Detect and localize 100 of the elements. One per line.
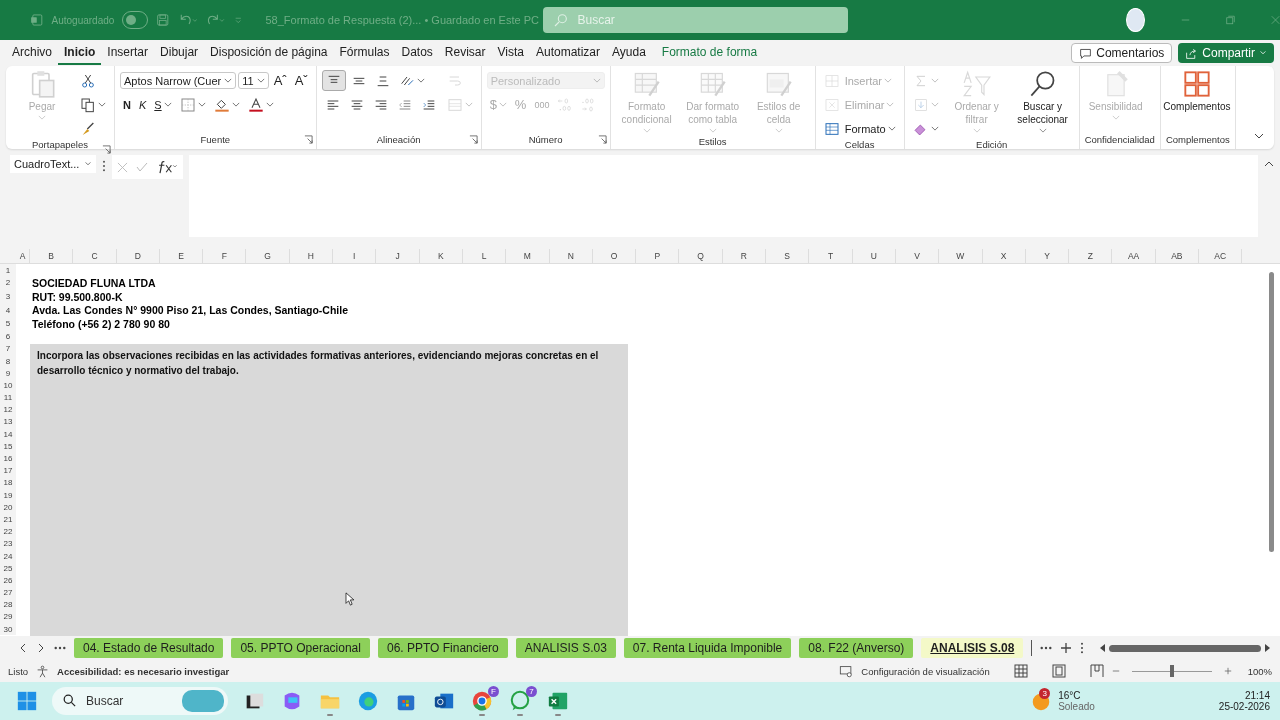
more-icon[interactable]	[1040, 646, 1053, 650]
ribbon-button[interactable]: Aˇ	[291, 70, 311, 91]
grid-view-icon[interactable]	[1013, 664, 1028, 678]
row-header[interactable]: 30	[0, 623, 16, 636]
column-header[interactable]: B	[30, 249, 74, 263]
row-header[interactable]: 25	[0, 562, 16, 575]
menu-tab[interactable]: Datos	[395, 41, 439, 65]
dialog-launcher-icon[interactable]	[597, 135, 607, 144]
row-header[interactable]: 21	[0, 513, 16, 526]
name-box[interactable]: CuadroText...	[10, 155, 96, 173]
row-header[interactable]: 16	[0, 452, 16, 465]
sheet-tab[interactable]: 08. F22 (Anverso)	[799, 638, 914, 658]
column-header[interactable]: G	[246, 249, 290, 263]
column-header[interactable]: AB	[1155, 249, 1199, 263]
column-header[interactable]: Q	[679, 249, 723, 263]
sheet-tab[interactable]: 06. PPTO Financiero	[377, 638, 508, 658]
column-header[interactable]: Y	[1025, 249, 1070, 263]
column-header[interactable]: N	[549, 249, 593, 263]
ribbon-button[interactable]: Formato	[820, 118, 899, 139]
column-header[interactable]: H	[289, 249, 334, 263]
ribbon-button[interactable]: N	[120, 94, 134, 115]
menu-tab[interactable]: Dibujar	[154, 41, 205, 65]
row-header[interactable]: 2	[0, 276, 16, 290]
sheet-tab[interactable]: ANALISIS S.08	[921, 638, 1024, 658]
column-header[interactable]: J	[376, 249, 420, 263]
column-header[interactable]: L	[462, 249, 507, 263]
column-header[interactable]: Z	[1069, 249, 1113, 263]
clock-time[interactable]: 21:14	[1244, 690, 1270, 701]
row-header[interactable]: 26	[0, 574, 16, 587]
row-header[interactable]: 9	[0, 367, 16, 380]
menu-tab[interactable]: Archivo	[6, 41, 58, 65]
dropdown-field[interactable]: Aptos Narrow (Cuer	[120, 72, 237, 89]
row-header[interactable]: 15	[0, 440, 16, 453]
column-header[interactable]: V	[895, 249, 940, 263]
column-header[interactable]: R	[722, 249, 767, 263]
menu-tab[interactable]: Insertar	[101, 41, 155, 65]
function-icon[interactable]	[156, 160, 178, 174]
zoom-level-text[interactable]: 100%	[1247, 665, 1272, 677]
comments-button[interactable]: Comentarios	[1071, 43, 1173, 63]
avatar[interactable]	[1126, 8, 1145, 32]
chevron-icon[interactable]	[1254, 131, 1264, 141]
column-header[interactable]: A	[16, 249, 30, 263]
ribbon-button[interactable]: Aˆ	[270, 70, 290, 91]
column-header[interactable]: P	[636, 249, 680, 263]
column-header[interactable]: I	[333, 249, 377, 263]
menu-tab[interactable]: Revisar	[438, 41, 492, 65]
plus-icon[interactable]	[1060, 642, 1073, 654]
ribbon-button[interactable]: K	[135, 94, 150, 115]
clock-date[interactable]: 25-02-2026	[1218, 701, 1270, 712]
sheet-tab[interactable]: 07. Renta Liquida Imponible	[623, 638, 792, 658]
sheet-tab[interactable]: 04. Estado de Resultado	[74, 638, 224, 658]
column-header[interactable]: C	[73, 249, 117, 263]
chevron-icon[interactable]	[1264, 159, 1274, 169]
menu-tab[interactable]: Formato de forma	[655, 41, 764, 65]
swirl-icon[interactable]	[357, 690, 379, 712]
column-header[interactable]: X	[982, 249, 1026, 263]
ribbon-button[interactable]	[321, 70, 346, 91]
sheet-tab[interactable]: 05. PPTO Operacional	[231, 638, 370, 658]
column-header[interactable]: D	[116, 249, 160, 263]
search-field[interactable]: Buscar	[543, 7, 849, 33]
dropdown-field[interactable]: 11	[238, 72, 269, 89]
display-settings-link[interactable]: Configuración de visualización	[861, 665, 990, 677]
chevron-right-icon[interactable]	[36, 643, 46, 653]
ribbon-button[interactable]: Complementos	[1165, 70, 1228, 113]
zoom-slider[interactable]	[1169, 664, 1174, 677]
column-header[interactable]: U	[852, 249, 896, 263]
horizontal-scrollbar[interactable]	[1100, 643, 1270, 653]
checkmark-icon[interactable]	[136, 161, 148, 173]
row-header[interactable]: 14	[0, 428, 16, 441]
page-layout-icon[interactable]	[1051, 664, 1066, 678]
windows-start-icon[interactable]	[16, 690, 38, 712]
menu-tab[interactable]: Ayuda	[606, 41, 652, 65]
dialog-launcher-icon[interactable]	[303, 135, 313, 144]
column-header[interactable]: S	[766, 249, 810, 263]
menu-tab[interactable]: Fórmulas	[333, 41, 396, 65]
accessibility-icon[interactable]	[36, 664, 50, 678]
chevron-left-icon[interactable]	[18, 643, 28, 653]
accessibility-status[interactable]: Accesibilidad: es necesario investigar	[57, 665, 230, 677]
menu-tab[interactable]: Vista	[491, 41, 530, 65]
column-header[interactable]: E	[159, 249, 204, 263]
column-header[interactable]: T	[809, 249, 853, 263]
spreadsheet-app-icon[interactable]	[547, 690, 569, 712]
row-header[interactable]: 1	[0, 264, 16, 277]
row-header[interactable]: 4	[0, 303, 16, 317]
share-button[interactable]: Compartir	[1178, 43, 1274, 63]
text-box[interactable]: Incorpora las observaciones recibidas en las actividades formativas anteriores, evidenciando mejoras concretas en el desarrollo técnico y normativo del trabajo.	[30, 344, 628, 636]
column-header[interactable]: AA	[1112, 249, 1156, 263]
page-break-icon[interactable]	[1089, 664, 1104, 678]
ribbon-button[interactable]: S	[151, 94, 175, 115]
monitor-gear-icon[interactable]	[839, 664, 854, 678]
column-header[interactable]: W	[939, 249, 983, 263]
menu-tab[interactable]: Disposición de página	[204, 41, 334, 65]
column-header[interactable]: F	[203, 249, 247, 263]
ribbon-button[interactable]: Buscar y seleccionar	[1011, 70, 1074, 133]
row-header[interactable]: 10	[0, 379, 16, 392]
more-icon[interactable]	[54, 646, 66, 650]
row-header[interactable]: 20	[0, 501, 16, 514]
dialog-launcher-icon[interactable]	[102, 145, 111, 154]
dialog-launcher-icon[interactable]	[468, 135, 478, 144]
menu-tab[interactable]: Automatizar	[530, 41, 607, 65]
